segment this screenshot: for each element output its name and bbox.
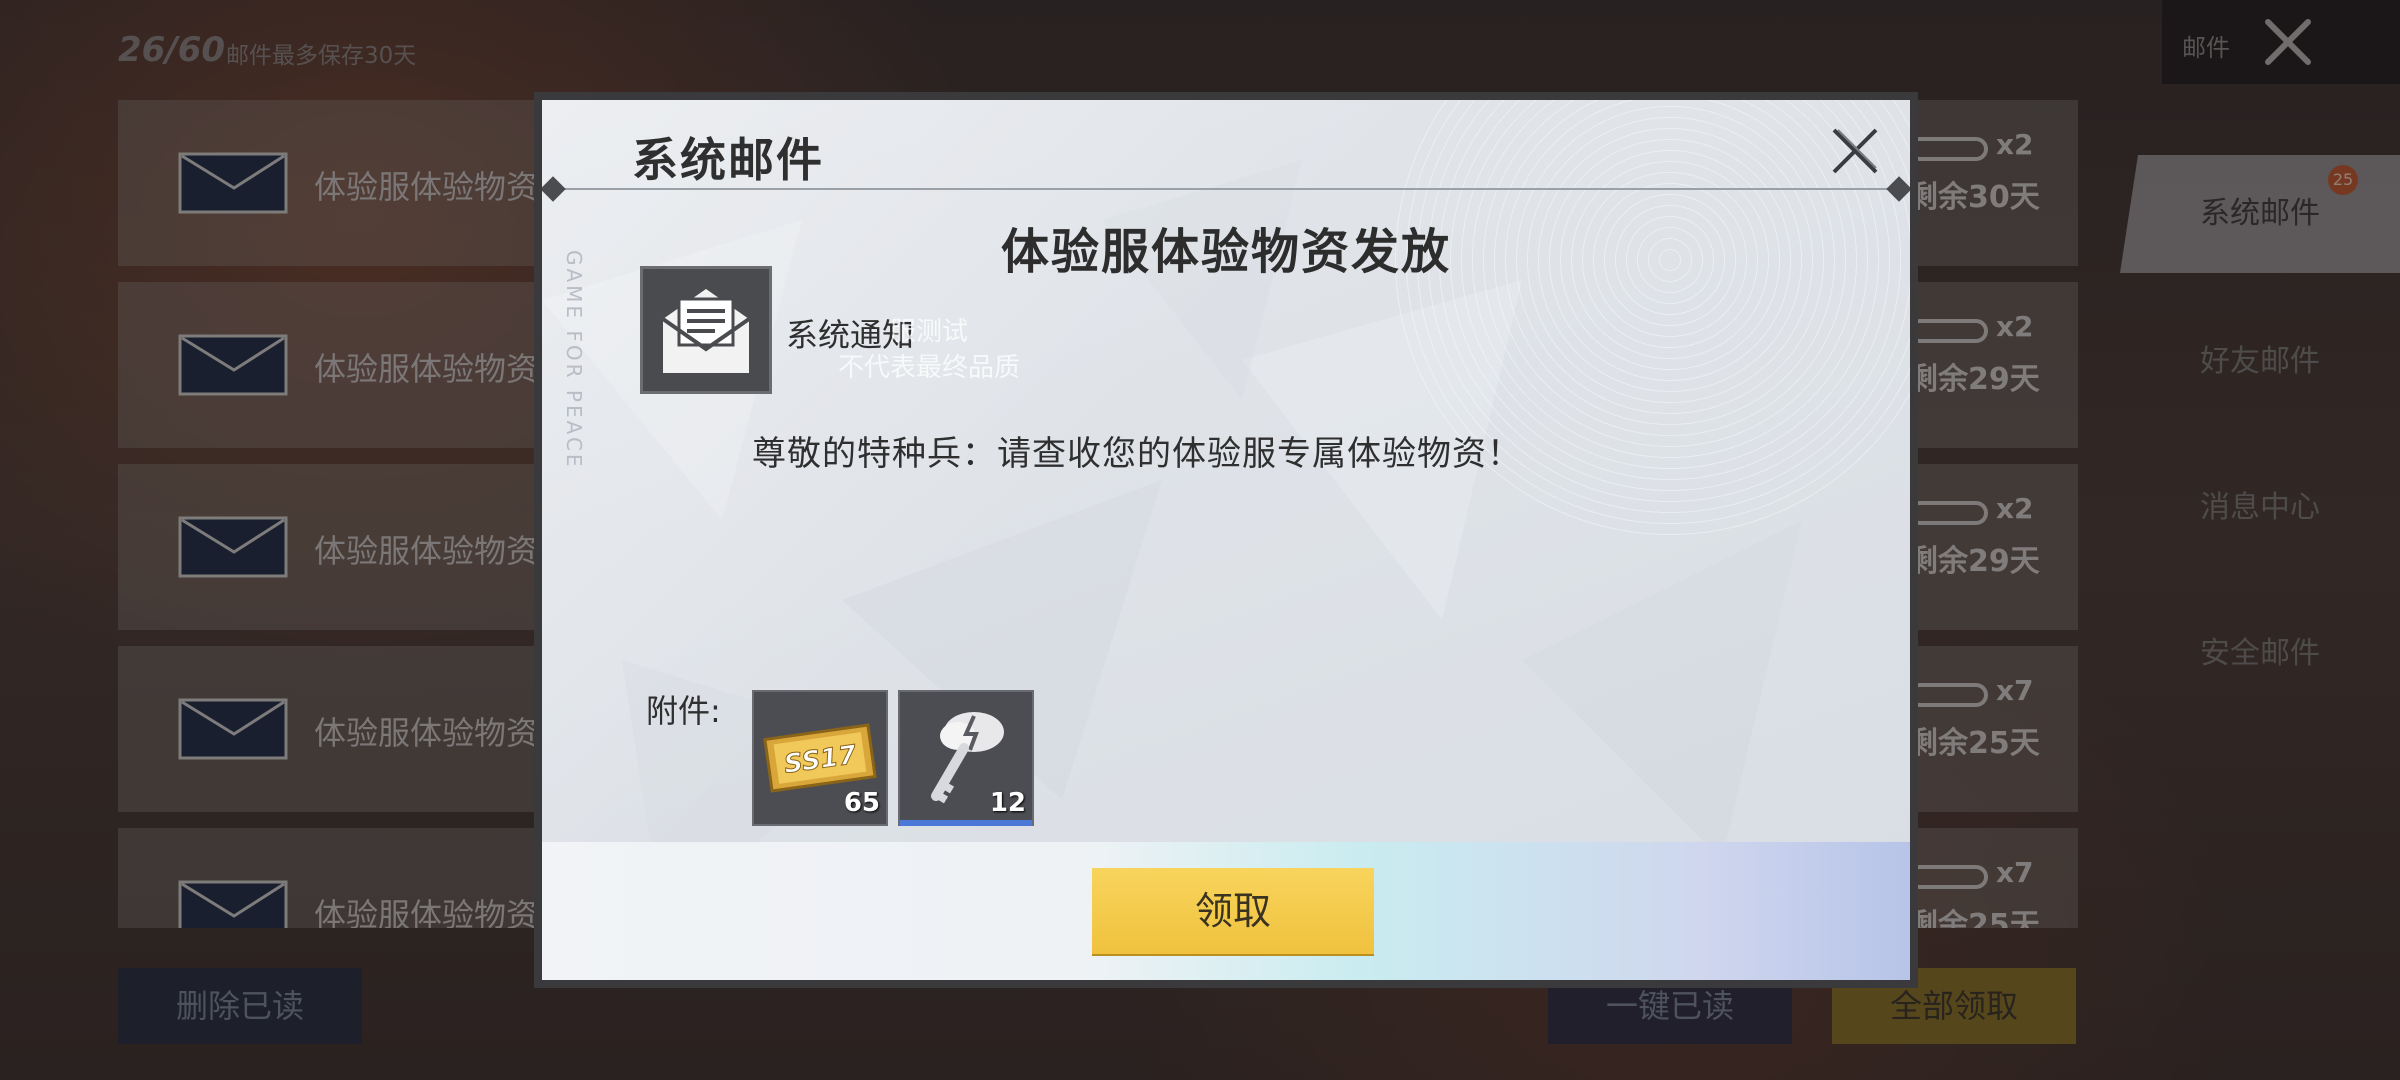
header-divider bbox=[554, 188, 1898, 190]
test-watermark: 服测试 不代表最终品质 bbox=[838, 314, 1020, 386]
attachment-qty: 12 bbox=[989, 788, 1026, 818]
system-mail-dialog: 系统邮件 GAME FOR PEACE 体验服体验物资发放 系统通知 服测试 不… bbox=[534, 92, 1918, 988]
open-envelope-icon bbox=[661, 289, 751, 373]
attachment-item[interactable]: 12 bbox=[898, 690, 1034, 826]
rarity-bar bbox=[900, 820, 1032, 826]
dialog-title: 系统邮件 bbox=[632, 133, 824, 187]
claim-button[interactable]: 领取 bbox=[1092, 868, 1374, 954]
attachment-item[interactable]: SS17 65 bbox=[752, 690, 888, 826]
attachments-label: 附件: bbox=[646, 692, 721, 730]
watermark-line: 服测试 bbox=[890, 317, 969, 347]
attachment-qty: 65 bbox=[843, 788, 880, 818]
dialog-panel: 系统邮件 GAME FOR PEACE 体验服体验物资发放 系统通知 服测试 不… bbox=[542, 100, 1910, 980]
sender-avatar bbox=[640, 266, 772, 394]
close-icon[interactable] bbox=[1826, 122, 1884, 180]
mail-body: 尊敬的特种兵：请查收您的体验服专属体验物资！ bbox=[752, 434, 1522, 474]
brand-vertical-text: GAME FOR PEACE bbox=[562, 250, 586, 470]
watermark-line: 不代表最终品质 bbox=[838, 353, 1021, 383]
